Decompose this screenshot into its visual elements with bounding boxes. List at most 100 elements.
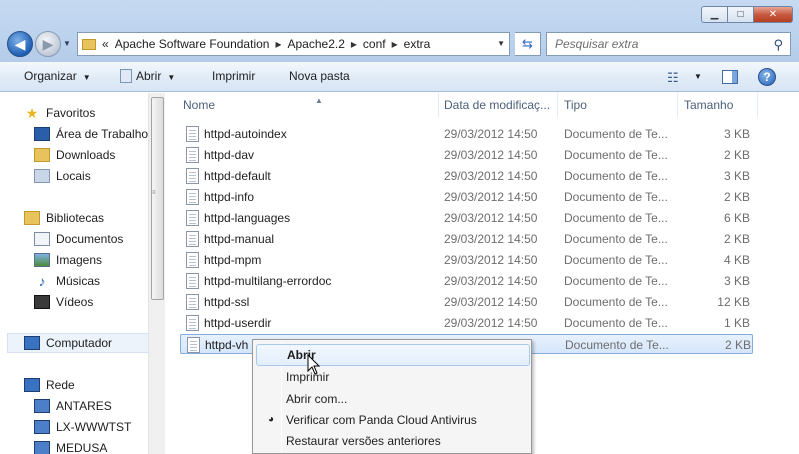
title-bar: ▁ □ ✕ ◀ ▶ ▼ « Apache Software Foundation… bbox=[0, 0, 799, 62]
column-name-label: Nome bbox=[183, 98, 216, 112]
file-date: 29/03/2012 14:50 bbox=[444, 169, 538, 183]
nav-host-antares[interactable]: ANTARES bbox=[0, 396, 112, 416]
new-folder-label: Nova pasta bbox=[289, 69, 350, 83]
file-row[interactable]: httpd-dav 29/03/2012 14:50 Documento de Te… bbox=[180, 145, 753, 165]
nav-music[interactable]: ♪ Músicas bbox=[0, 271, 101, 291]
nav-network[interactable]: Rede bbox=[0, 375, 75, 395]
minimize-button[interactable]: ▁ bbox=[701, 6, 727, 23]
nav-videos[interactable]: Vídeos bbox=[0, 292, 93, 312]
maximize-button[interactable]: □ bbox=[727, 6, 753, 23]
new-folder-button[interactable]: Nova pasta bbox=[289, 69, 350, 83]
nav-scrollbar-thumb[interactable] bbox=[151, 97, 164, 300]
print-button[interactable]: Imprimir bbox=[212, 69, 255, 83]
change-view-icon[interactable]: ☷ bbox=[667, 70, 679, 86]
menu-item-open[interactable]: Abrir bbox=[256, 344, 530, 366]
file-row[interactable]: httpd-default 29/03/2012 14:50 Documento d… bbox=[180, 166, 753, 186]
file-row[interactable]: httpd-autoindex 29/03/2012 14:50 Documento… bbox=[180, 124, 753, 144]
file-name: httpd-languages bbox=[204, 211, 291, 225]
file-type: Documento de Te... bbox=[565, 338, 669, 352]
recent-pages-dropdown[interactable]: ▼ bbox=[63, 39, 71, 48]
text-file-icon bbox=[186, 210, 199, 226]
context-menu: Abrir Imprimir Abrir com... ◕ Verificar … bbox=[252, 339, 532, 454]
file-name: httpd-dav bbox=[204, 148, 255, 162]
nav-places[interactable]: Locais bbox=[0, 166, 91, 186]
column-header-type[interactable]: Tipo bbox=[558, 93, 678, 117]
file-row[interactable]: httpd-manual 29/03/2012 14:50 Documento de… bbox=[180, 229, 753, 249]
nav-places-label: Locais bbox=[56, 169, 91, 183]
search-icon[interactable]: ⚲ bbox=[773, 37, 783, 53]
forward-button[interactable]: ▶ bbox=[35, 31, 61, 57]
breadcrumb-separator[interactable]: ▸ bbox=[392, 37, 398, 51]
open-button[interactable]: Abrir ▼ bbox=[120, 69, 175, 83]
file-date: 29/03/2012 14:50 bbox=[444, 127, 538, 141]
breadcrumb-overflow[interactable]: « bbox=[102, 37, 109, 51]
breadcrumb-extra[interactable]: extra bbox=[404, 37, 431, 51]
panda-icon: ◕ bbox=[267, 414, 275, 425]
breadcrumb-apache-software-foundation[interactable]: Apache Software Foundation bbox=[115, 37, 270, 51]
refresh-button[interactable]: ⇆ bbox=[515, 32, 541, 56]
nav-desktop[interactable]: Área de Trabalho bbox=[0, 124, 148, 144]
text-file-icon bbox=[186, 168, 199, 184]
file-row[interactable]: httpd-userdir 29/03/2012 14:50 Documento d… bbox=[180, 313, 753, 333]
grip-icon: ≡ bbox=[152, 190, 156, 196]
file-row[interactable]: httpd-info 29/03/2012 14:50 Documento de T… bbox=[180, 187, 753, 207]
breadcrumb-separator[interactable]: ▸ bbox=[275, 37, 281, 51]
file-name: httpd-info bbox=[204, 190, 255, 204]
file-row[interactable]: httpd-multilang-errordoc 29/03/2012 14:50… bbox=[180, 271, 753, 291]
file-type: Documento de Te... bbox=[564, 190, 668, 204]
video-icon bbox=[34, 295, 50, 309]
search-input[interactable] bbox=[547, 33, 757, 55]
search-box[interactable]: ⚲ bbox=[546, 32, 791, 56]
nav-host-lx-wwwtst[interactable]: LX-WWWTST bbox=[0, 417, 131, 437]
menu-item-open-with[interactable]: Abrir com... bbox=[256, 388, 530, 410]
file-type: Documento de Te... bbox=[564, 232, 668, 246]
menu-item-panda-scan[interactable]: ◕ Verificar com Panda Cloud Antivirus bbox=[256, 409, 530, 431]
file-row[interactable]: httpd-languages 29/03/2012 14:50 Documento… bbox=[180, 208, 753, 228]
nav-documents[interactable]: Documentos bbox=[0, 229, 123, 249]
column-header-size[interactable]: Tamanho bbox=[678, 93, 758, 117]
folder-icon bbox=[82, 38, 96, 50]
text-file-icon bbox=[186, 147, 199, 163]
breadcrumb-separator[interactable]: ▸ bbox=[351, 37, 357, 51]
nav-desktop-label: Área de Trabalho bbox=[56, 127, 148, 141]
maximize-icon: □ bbox=[737, 9, 744, 20]
file-name: httpd-userdir bbox=[204, 316, 272, 330]
organize-button[interactable]: Organizar ▼ bbox=[24, 69, 91, 83]
back-button[interactable]: ◀ bbox=[7, 31, 33, 57]
views-dropdown-icon[interactable]: ▼ bbox=[694, 72, 702, 81]
nav-images[interactable]: Imagens bbox=[0, 250, 102, 270]
nav-computer[interactable]: Computador bbox=[7, 333, 148, 353]
nav-host-medusa[interactable]: MEDUSA bbox=[0, 438, 107, 454]
nav-downloads[interactable]: Downloads bbox=[0, 145, 115, 165]
help-icon[interactable]: ? bbox=[758, 68, 776, 86]
menu-item-restore[interactable]: Restaurar versões anteriores bbox=[256, 430, 530, 452]
open-label: Abrir bbox=[136, 69, 162, 83]
arrow-right-icon: ▶ bbox=[42, 35, 54, 52]
nav-scrollbar[interactable]: ≡ bbox=[148, 93, 165, 454]
file-date: 29/03/2012 14:50 bbox=[444, 190, 538, 204]
file-type: Documento de Te... bbox=[564, 169, 668, 183]
nav-favorites[interactable]: ★ Favoritos bbox=[0, 103, 96, 123]
breadcrumb-apache22[interactable]: Apache2.2 bbox=[288, 37, 345, 51]
column-header-date[interactable]: Data de modificaç... bbox=[438, 93, 558, 117]
address-dropdown-icon[interactable]: ▼ bbox=[497, 39, 505, 48]
file-size: 2 KB bbox=[724, 338, 751, 352]
file-size: 2 KB bbox=[723, 148, 750, 162]
sort-ascending-icon: ▲ bbox=[315, 96, 323, 105]
file-name: httpd-mpm bbox=[204, 253, 262, 267]
preview-pane-icon[interactable] bbox=[722, 70, 738, 84]
address-bar[interactable]: « Apache Software Foundation ▸ Apache2.2… bbox=[77, 32, 510, 56]
column-date-label: Data de modificaç... bbox=[444, 98, 551, 112]
file-row[interactable]: httpd-mpm 29/03/2012 14:50 Documento de Te… bbox=[180, 250, 753, 270]
text-file-icon bbox=[186, 231, 199, 247]
column-header-name[interactable]: Nome ▲ bbox=[177, 93, 439, 117]
breadcrumb-conf[interactable]: conf bbox=[363, 37, 386, 51]
text-file-icon bbox=[186, 252, 199, 268]
menu-item-print[interactable]: Imprimir bbox=[256, 366, 530, 388]
file-row[interactable]: httpd-ssl 29/03/2012 14:50 Documento de Te… bbox=[180, 292, 753, 312]
network-computer-icon bbox=[34, 399, 50, 413]
file-name: httpd-default bbox=[204, 169, 271, 183]
close-button[interactable]: ✕ bbox=[753, 6, 793, 23]
menu-restore-label: Restaurar versões anteriores bbox=[286, 434, 441, 448]
nav-libraries[interactable]: Bibliotecas bbox=[0, 208, 104, 228]
